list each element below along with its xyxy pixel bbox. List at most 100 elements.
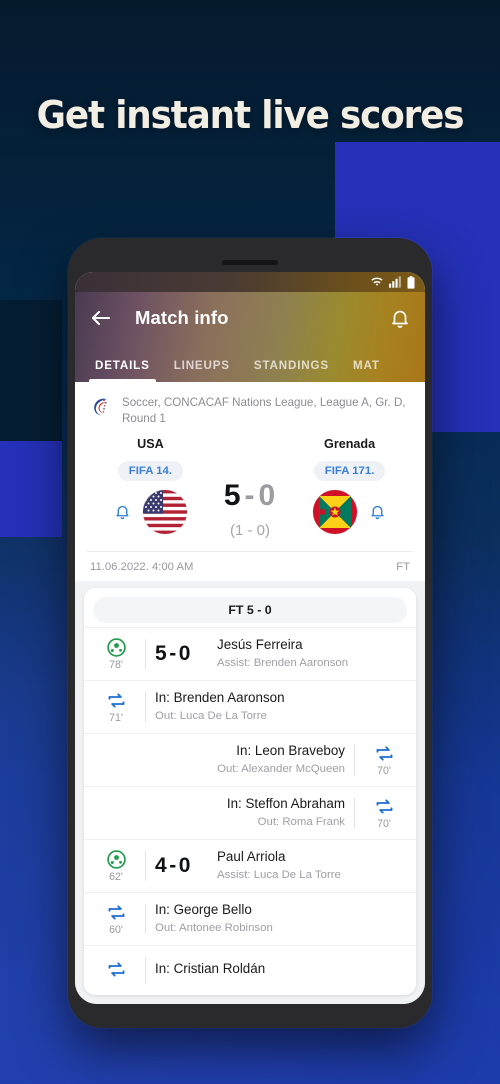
event-title: In: George Bello [155,902,252,918]
phone-mockup: Match info DETAILS LINEUPS STANDINGS MAT [68,238,432,1028]
event-title: Jesús Ferreira [217,637,303,653]
score-line: 5-0 [223,478,277,512]
back-arrow-icon[interactable] [89,306,113,330]
event-row[interactable]: 78' 5-0 Jesús Ferreira Assist: Brenden A… [84,626,416,680]
match-datetime: 11.06.2022. 4:00 AM [90,560,194,573]
home-flag-row [87,489,214,534]
background-shape-left-dark [0,300,62,442]
concacaf-logo-icon [89,395,113,419]
home-score: 5 [223,478,242,512]
event-row[interactable]: 60' In: George Bello Out: Antonee Robins… [84,891,416,945]
event-score: 4-0 [155,854,217,878]
battery-icon [407,275,415,289]
tab-lineups[interactable]: LINEUPS [162,359,242,382]
league-row[interactable]: Soccer, CONCACAF Nations League, League … [87,390,413,430]
match-status: FT [396,560,410,573]
match-meta-row: 11.06.2022. 4:00 AM FT [87,550,413,581]
event-row[interactable]: In: Cristian Roldán [84,944,416,995]
event-title: In: Cristian Roldán [155,961,266,977]
tab-details[interactable]: DETAILS [83,359,162,382]
tab-matches[interactable]: MAT [341,359,392,382]
tab-bar: DETAILS LINEUPS STANDINGS MAT [75,344,425,382]
event-minute: 62' [109,870,123,883]
event-icon-column: 70' [364,796,404,830]
event-title: In: Steffon Abraham [226,796,345,812]
substitution-icon [106,690,127,711]
event-body: In: Brenden Aaronson Out: Luca De La Tor… [155,690,404,723]
away-bell-icon[interactable] [369,502,386,521]
events-header-pill: FT 5 - 0 [93,596,407,623]
event-row[interactable]: 70' In: Leon Braveboy Out: Alexander McQ… [84,732,416,786]
event-subtitle: Assist: Brenden Aaronson [217,657,349,670]
promo-headline: Get instant live scores [36,93,465,137]
event-minute: 70' [377,817,391,830]
event-score-home: 4 [155,853,168,877]
promo-stage: Get instant live scores Match info DETAI… [0,0,500,1084]
event-body: Jesús Ferreira Assist: Brenden Aaronson [217,637,404,670]
event-minute: 71' [109,711,123,724]
substitution-icon [374,796,395,817]
events-section: FT 5 - 0 78' 5-0 Jesús Ferreira Assist: … [75,580,425,1004]
app-bar-top-row: Match info [75,292,425,344]
event-score-dash: - [169,641,177,665]
event-subtitle: Out: Alexander McQueen [217,763,345,776]
page-title: Match info [135,307,229,328]
halftime-score: (1 - 0) [229,521,270,539]
event-score-away: 0 [178,853,191,877]
away-team-name: Grenada [324,436,376,451]
signal-bars-icon [389,276,402,288]
score-column: 5-0 (1 - 0) [214,437,286,539]
event-divider [145,638,146,669]
event-score-home: 5 [155,641,168,665]
event-divider [354,797,355,828]
event-minute: 70' [377,764,391,777]
home-team-name: USA [137,436,164,451]
away-score: 0 [258,478,277,512]
event-icon-column: 60' [96,902,136,936]
away-team-column[interactable]: Grenada FIFA 171. [286,437,413,534]
event-divider [145,903,146,934]
event-icon-column: 62' [96,849,136,883]
soccer-ball-icon [106,637,127,658]
event-body: In: George Bello Out: Antonee Robinson [155,902,404,935]
status-bar [75,272,425,292]
phone-screen: Match info DETAILS LINEUPS STANDINGS MAT [75,272,425,1004]
events-card: FT 5 - 0 78' 5-0 Jesús Ferreira Assist: … [84,587,416,995]
event-subtitle: Out: Luca De La Torre [155,710,267,723]
event-subtitle: Out: Roma Frank [257,816,345,829]
event-row[interactable]: 71' In: Brenden Aaronson Out: Luca De La… [84,679,416,733]
event-score-away: 0 [178,641,191,665]
home-team-column[interactable]: USA FIFA 14. [87,437,214,534]
event-title: Paul Arriola [217,849,286,865]
match-header: Soccer, CONCACAF Nations League, League … [75,382,425,581]
away-fifa-rank: FIFA 171. [313,460,386,481]
home-fifa-rank: FIFA 14. [117,460,184,481]
away-flag-row [286,489,413,534]
event-minute: 78' [109,658,123,671]
app-bar: Match info DETAILS LINEUPS STANDINGS MAT [75,292,425,382]
substitution-icon [106,902,127,923]
event-body: In: Leon Braveboy Out: Alexander McQueen [96,743,345,776]
usa-flag-icon [142,489,187,534]
event-title: In: Brenden Aaronson [155,690,285,706]
event-subtitle: Assist: Luca De La Torre [217,869,341,882]
soccer-ball-icon [106,849,127,870]
event-title: In: Leon Braveboy [236,743,345,759]
event-icon-column: 70' [364,743,404,777]
bell-icon[interactable] [389,306,411,330]
substitution-icon [106,959,127,980]
event-row[interactable]: 70' In: Steffon Abraham Out: Roma Frank [84,785,416,839]
wifi-icon [370,276,384,288]
event-score-dash: - [169,853,177,877]
grenada-flag-icon [313,489,358,534]
event-body: In: Cristian Roldán [155,961,404,980]
event-minute: 60' [109,923,123,936]
background-shape-left [0,441,62,537]
home-bell-icon[interactable] [114,502,131,521]
event-row[interactable]: 62' 4-0 Paul Arriola Assist: Luca De La … [84,838,416,892]
event-subtitle: Out: Antonee Robinson [155,922,273,935]
event-divider [354,744,355,775]
event-body: In: Steffon Abraham Out: Roma Frank [96,796,345,829]
event-icon-column: 78' [96,637,136,671]
tab-standings[interactable]: STANDINGS [242,359,341,382]
